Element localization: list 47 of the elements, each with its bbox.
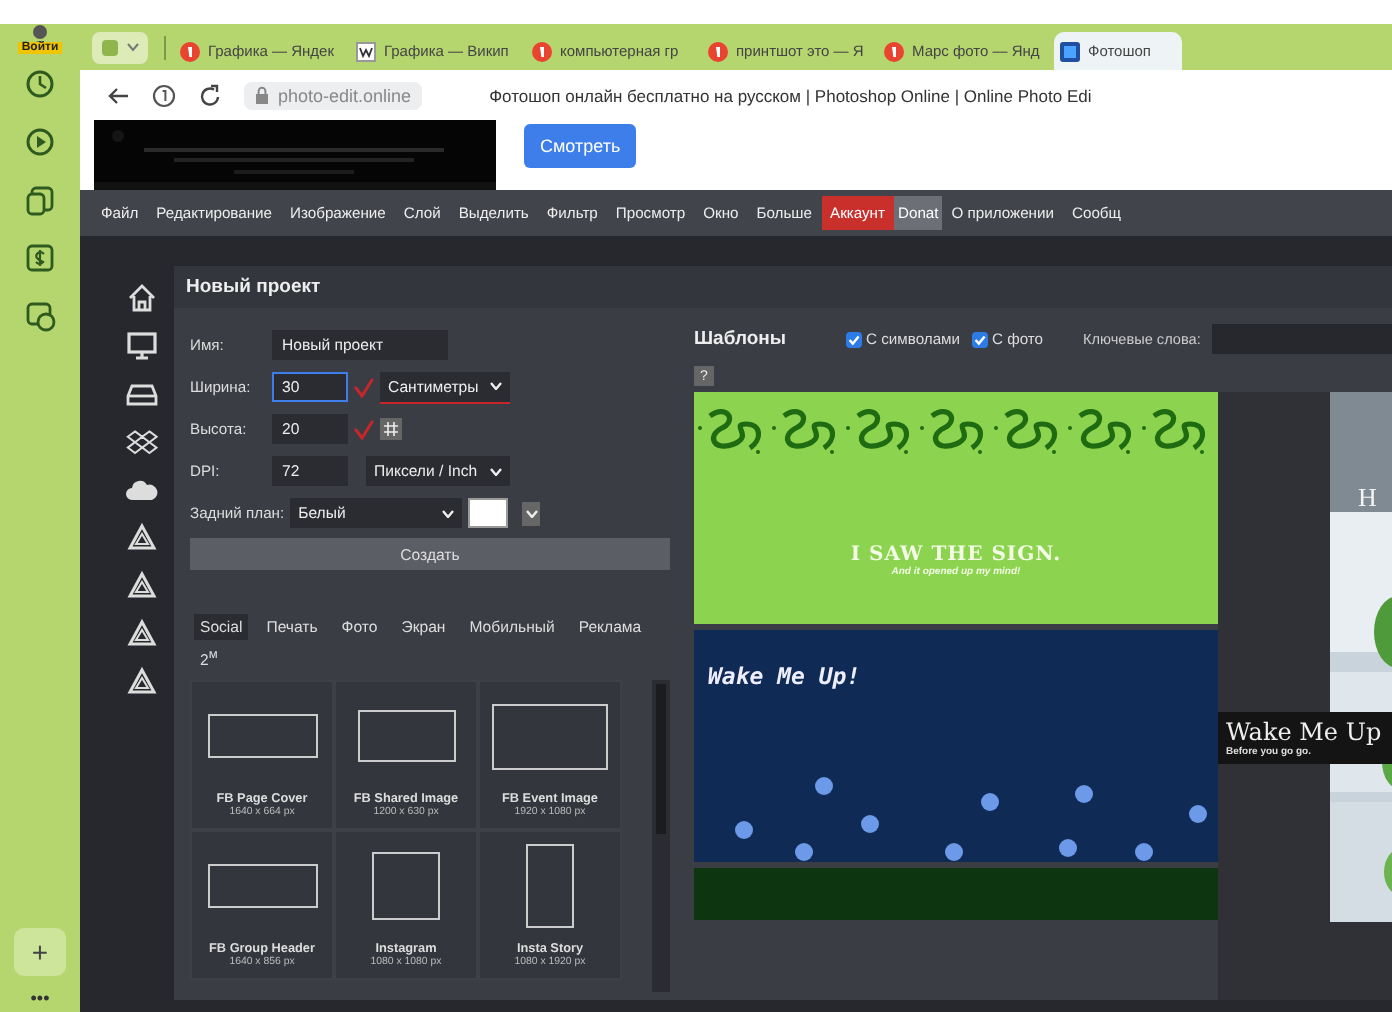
link-button[interactable] (380, 418, 402, 440)
preset-shape-icon (207, 864, 317, 909)
check-mark-icon (354, 419, 374, 439)
triangle-drive-icon[interactable] (125, 666, 157, 698)
template-title: H (1358, 482, 1377, 514)
check-mark-icon (354, 377, 374, 397)
templates-title: Шаблоны (694, 328, 787, 350)
photoshop-icon (1060, 41, 1080, 61)
preset-shape-icon (372, 852, 440, 921)
template-title: Wake Me Up (1226, 718, 1384, 746)
swatch-dropdown[interactable] (522, 501, 541, 525)
page-icon (356, 41, 376, 61)
template-card[interactable]: Wake Me Up! (694, 630, 1218, 862)
lock-icon (254, 86, 270, 104)
play-icon[interactable] (24, 126, 56, 158)
caret-icon (442, 509, 455, 517)
home-icon[interactable] (125, 282, 157, 314)
page-title: Фотошоп онлайн бесплатно на русском | Photoshop Online | Online Photo Edi (489, 85, 1092, 105)
triangle-drive-icon[interactable] (125, 522, 157, 554)
caret-icon (490, 382, 503, 390)
caret-icon (126, 42, 140, 52)
preset-shape-icon (207, 714, 317, 759)
caret-icon (525, 509, 538, 517)
copy-icon[interactable] (24, 184, 56, 216)
back-icon[interactable] (106, 85, 130, 105)
tab-group-icon (100, 37, 120, 57)
triangle-drive-icon[interactable] (125, 618, 157, 650)
dropbox-icon[interactable] (125, 426, 157, 458)
template-title: I SAW THE SIGN. (850, 544, 1062, 566)
dialog-title: Новый проект (174, 266, 1392, 308)
add-button[interactable]: + (14, 928, 66, 976)
clock-icon[interactable] (24, 68, 56, 100)
color-swatch[interactable] (468, 498, 509, 528)
dollar-icon[interactable] (24, 242, 56, 274)
preset-shape-icon (492, 703, 608, 770)
caret-icon (489, 467, 502, 475)
watch-button[interactable]: Смотреть (524, 124, 637, 168)
preset-shape-icon (526, 844, 574, 929)
scrollbar[interactable] (652, 679, 670, 992)
preset-shape-icon (357, 710, 455, 763)
reload-icon[interactable] (198, 83, 222, 107)
image-icon[interactable] (24, 300, 56, 332)
monitor-icon[interactable] (125, 330, 157, 362)
scroll-thumb[interactable] (656, 683, 666, 834)
template-title: Wake Me Up! (708, 662, 861, 690)
triangle-drive-icon[interactable] (125, 570, 157, 602)
more-button[interactable]: ••• (30, 988, 50, 1008)
